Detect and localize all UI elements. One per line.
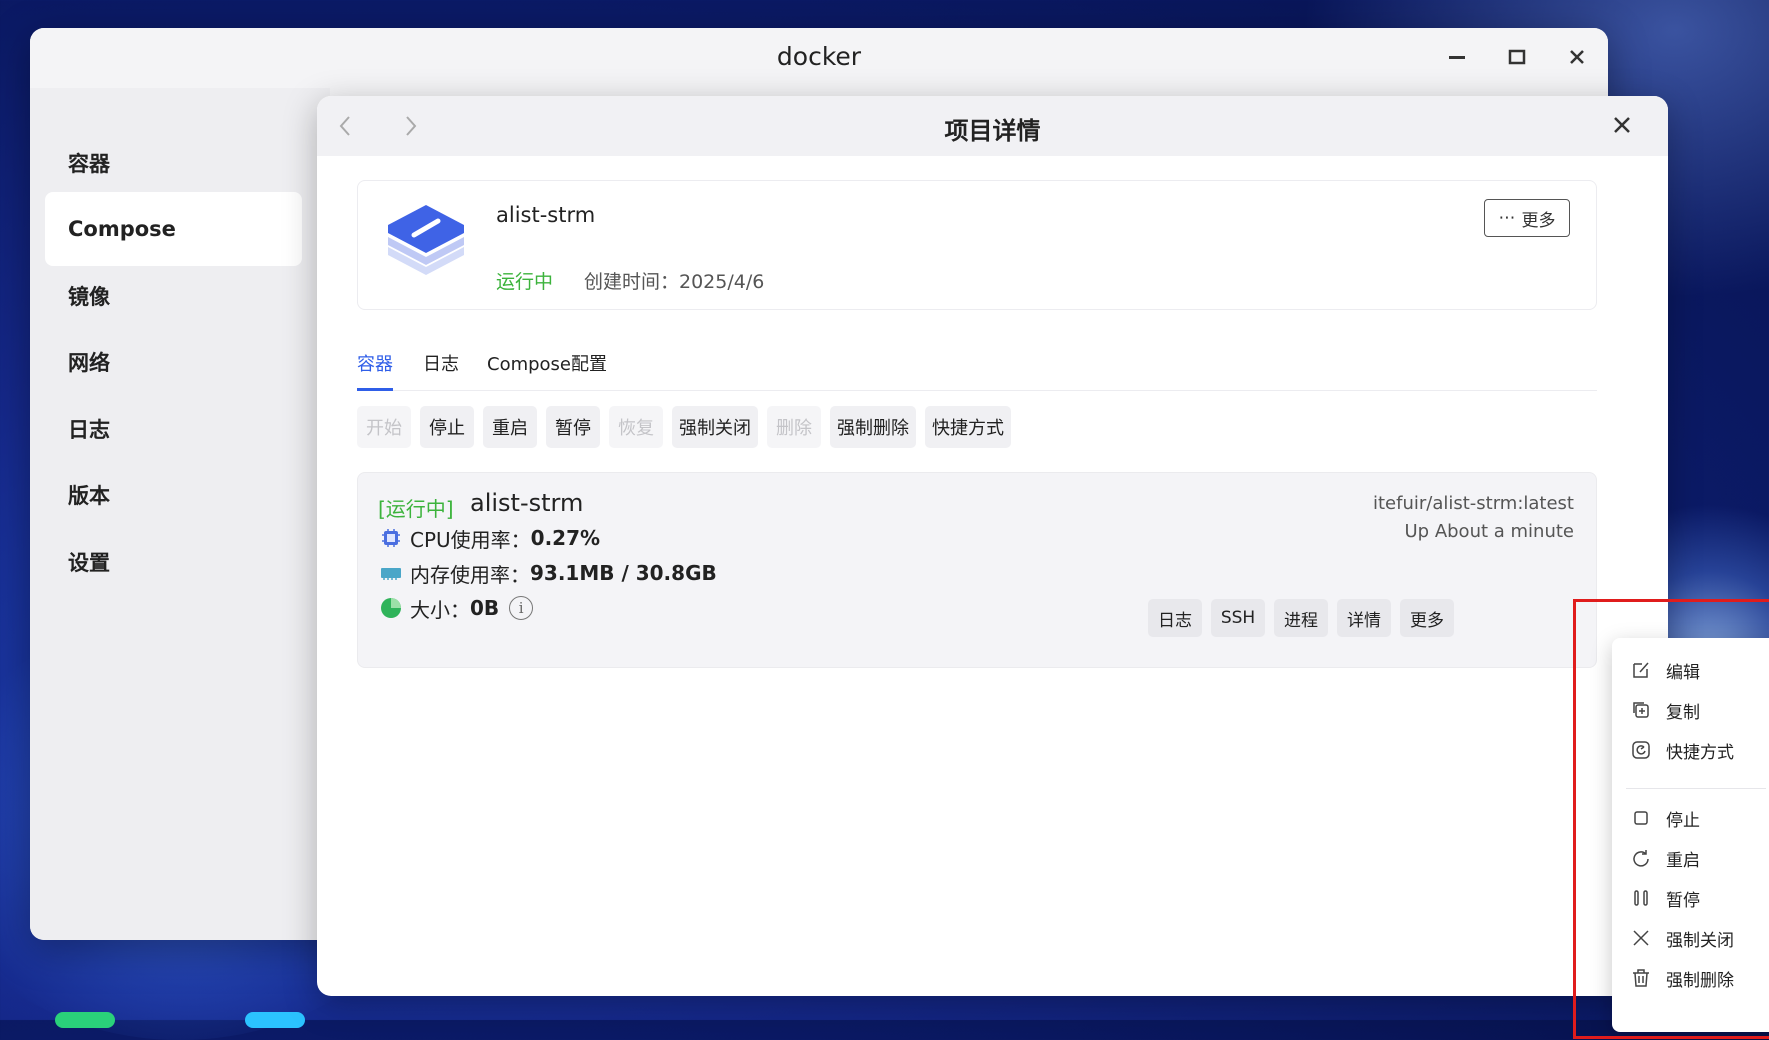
project-more-button[interactable]: ⋯ 更多 [1484, 199, 1570, 237]
tab-label: 容器 [357, 354, 393, 375]
sidebar-item-containers[interactable]: 容器 [45, 126, 302, 200]
detail-title: 项目详情 [944, 117, 1041, 145]
cpu-label: CPU使用率： [410, 527, 531, 552]
tab-containers[interactable]: 容器 [357, 336, 393, 391]
force-stop-button[interactable]: 强制关闭 [672, 406, 758, 448]
container-process-button[interactable]: 进程 [1274, 599, 1328, 637]
compose-stack-icon [388, 205, 464, 275]
stop-button[interactable]: 停止 [420, 406, 474, 448]
restart-button[interactable]: 重启 [483, 406, 537, 448]
sidebar-item-version[interactable]: 版本 [45, 458, 302, 532]
sidebar-item-settings[interactable]: 设置 [45, 525, 302, 599]
container-logs-button[interactable]: 日志 [1148, 599, 1202, 637]
container-ssh-button[interactable]: SSH [1211, 599, 1265, 637]
highlight-box [1573, 599, 1769, 1039]
maximize-icon [1508, 49, 1526, 65]
force-delete-button[interactable]: 强制删除 [830, 406, 916, 448]
resume-button[interactable]: 恢复 [609, 406, 663, 448]
dock-item[interactable] [55, 1012, 115, 1028]
info-icon[interactable]: i [509, 596, 534, 620]
sidebar-item-logs[interactable]: 日志 [45, 392, 302, 466]
maximize-button[interactable] [1502, 42, 1532, 72]
size-row: 大小： 0B i [380, 593, 534, 623]
tab-bar: 容器 日志 Compose配置 [357, 336, 1597, 391]
memory-value: 93.1MB / 30.8GB [530, 561, 717, 585]
sidebar-item-compose[interactable]: Compose [45, 192, 302, 266]
tab-compose-config[interactable]: Compose配置 [487, 336, 607, 390]
container-details-button[interactable]: 详情 [1337, 599, 1391, 637]
container-image: itefuir/alist-strm:latest [1372, 493, 1574, 514]
size-value: 0B [470, 596, 500, 620]
close-window-button[interactable] [1562, 42, 1592, 72]
close-icon [1570, 50, 1584, 64]
window-title: docker [776, 42, 862, 71]
more-label: 更多 [1521, 210, 1556, 231]
minimize-icon [1449, 56, 1465, 59]
start-button[interactable]: 开始 [357, 406, 411, 448]
project-created-time: 创建时间：2025/4/6 [584, 271, 765, 293]
sidebar: 容器 Compose 镜像 网络 日志 版本 设置 [30, 88, 330, 940]
project-name: alist-strm [496, 203, 596, 227]
memory-usage-row: 内存使用率： 93.1MB / 30.8GB [380, 558, 717, 588]
minimize-button[interactable] [1442, 42, 1472, 72]
close-icon [1614, 117, 1630, 133]
tab-logs[interactable]: 日志 [423, 336, 459, 390]
cpu-icon [380, 527, 402, 549]
sidebar-item-images[interactable]: 镜像 [45, 259, 302, 333]
close-detail-button[interactable] [1607, 110, 1637, 140]
size-label: 大小： [410, 597, 470, 622]
sidebar-item-networks[interactable]: 网络 [45, 325, 302, 399]
container-status: [运行中] [378, 497, 454, 521]
memory-label: 内存使用率： [410, 562, 530, 587]
memory-icon [380, 562, 402, 584]
project-card: alist-strm 运行中 创建时间：2025/4/6 ⋯ 更多 [357, 180, 1597, 310]
pie-chart-icon [380, 597, 402, 619]
project-status: 运行中 [496, 271, 554, 293]
container-name: alist-strm [470, 489, 584, 517]
ellipsis-icon: ⋯ [1498, 208, 1516, 228]
window-titlebar[interactable]: docker [30, 28, 1608, 88]
detail-header: 项目详情 [317, 96, 1668, 156]
delete-button[interactable]: 删除 [767, 406, 821, 448]
cpu-usage-row: CPU使用率： 0.27% [380, 523, 600, 553]
shortcut-button[interactable]: 快捷方式 [925, 406, 1011, 448]
project-detail-window: 项目详情 alist-strm 运行中 创建时间：2025/4/6 ⋯ 更多 容… [317, 96, 1668, 996]
pause-button[interactable]: 暂停 [546, 406, 600, 448]
container-more-button[interactable]: 更多 [1400, 599, 1454, 637]
tab-underline [357, 388, 393, 391]
container-uptime: Up About a minute [1404, 521, 1575, 542]
cpu-value: 0.27% [530, 526, 601, 550]
container-card: [运行中] alist-strm itefuir/alist-strm:late… [357, 472, 1597, 668]
dock-item[interactable] [245, 1012, 305, 1028]
